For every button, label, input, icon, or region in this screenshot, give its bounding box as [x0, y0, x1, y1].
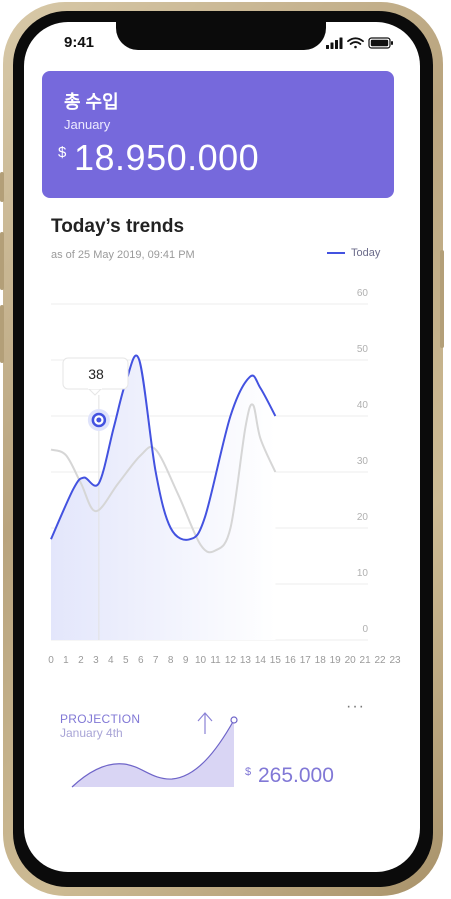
mute-switch	[0, 172, 4, 202]
volume-down-button	[0, 305, 4, 363]
more-options-button[interactable]: ···	[346, 698, 365, 716]
power-button	[440, 250, 444, 348]
trends-title: Today’s trends	[51, 216, 185, 237]
chart-legend: Today	[327, 247, 380, 259]
projection-label: PROJECTION	[60, 712, 141, 726]
notch	[116, 22, 326, 50]
wifi-icon	[347, 37, 364, 49]
total-income-card[interactable]: 총 수입 January $ 18.950.000	[42, 71, 394, 198]
trends-timestamp: as of 25 May 2019, 09:41 PM	[51, 249, 195, 261]
card-amount: 18.950.000	[74, 137, 260, 178]
card-month: January	[64, 117, 111, 132]
battery-icon	[368, 37, 393, 49]
volume-up-button	[0, 232, 4, 290]
status-time: 9:41	[64, 34, 95, 51]
status-icons	[326, 37, 393, 49]
legend-line-swatch	[327, 252, 345, 255]
projection-amount: 265.000	[258, 764, 334, 787]
projection-date: January 4th	[60, 726, 123, 740]
legend-label: Today	[351, 247, 381, 259]
projection-currency: $	[245, 766, 252, 778]
signal-icon	[326, 37, 343, 49]
card-title: 총 수입	[64, 92, 119, 112]
card-currency: $	[58, 144, 67, 161]
